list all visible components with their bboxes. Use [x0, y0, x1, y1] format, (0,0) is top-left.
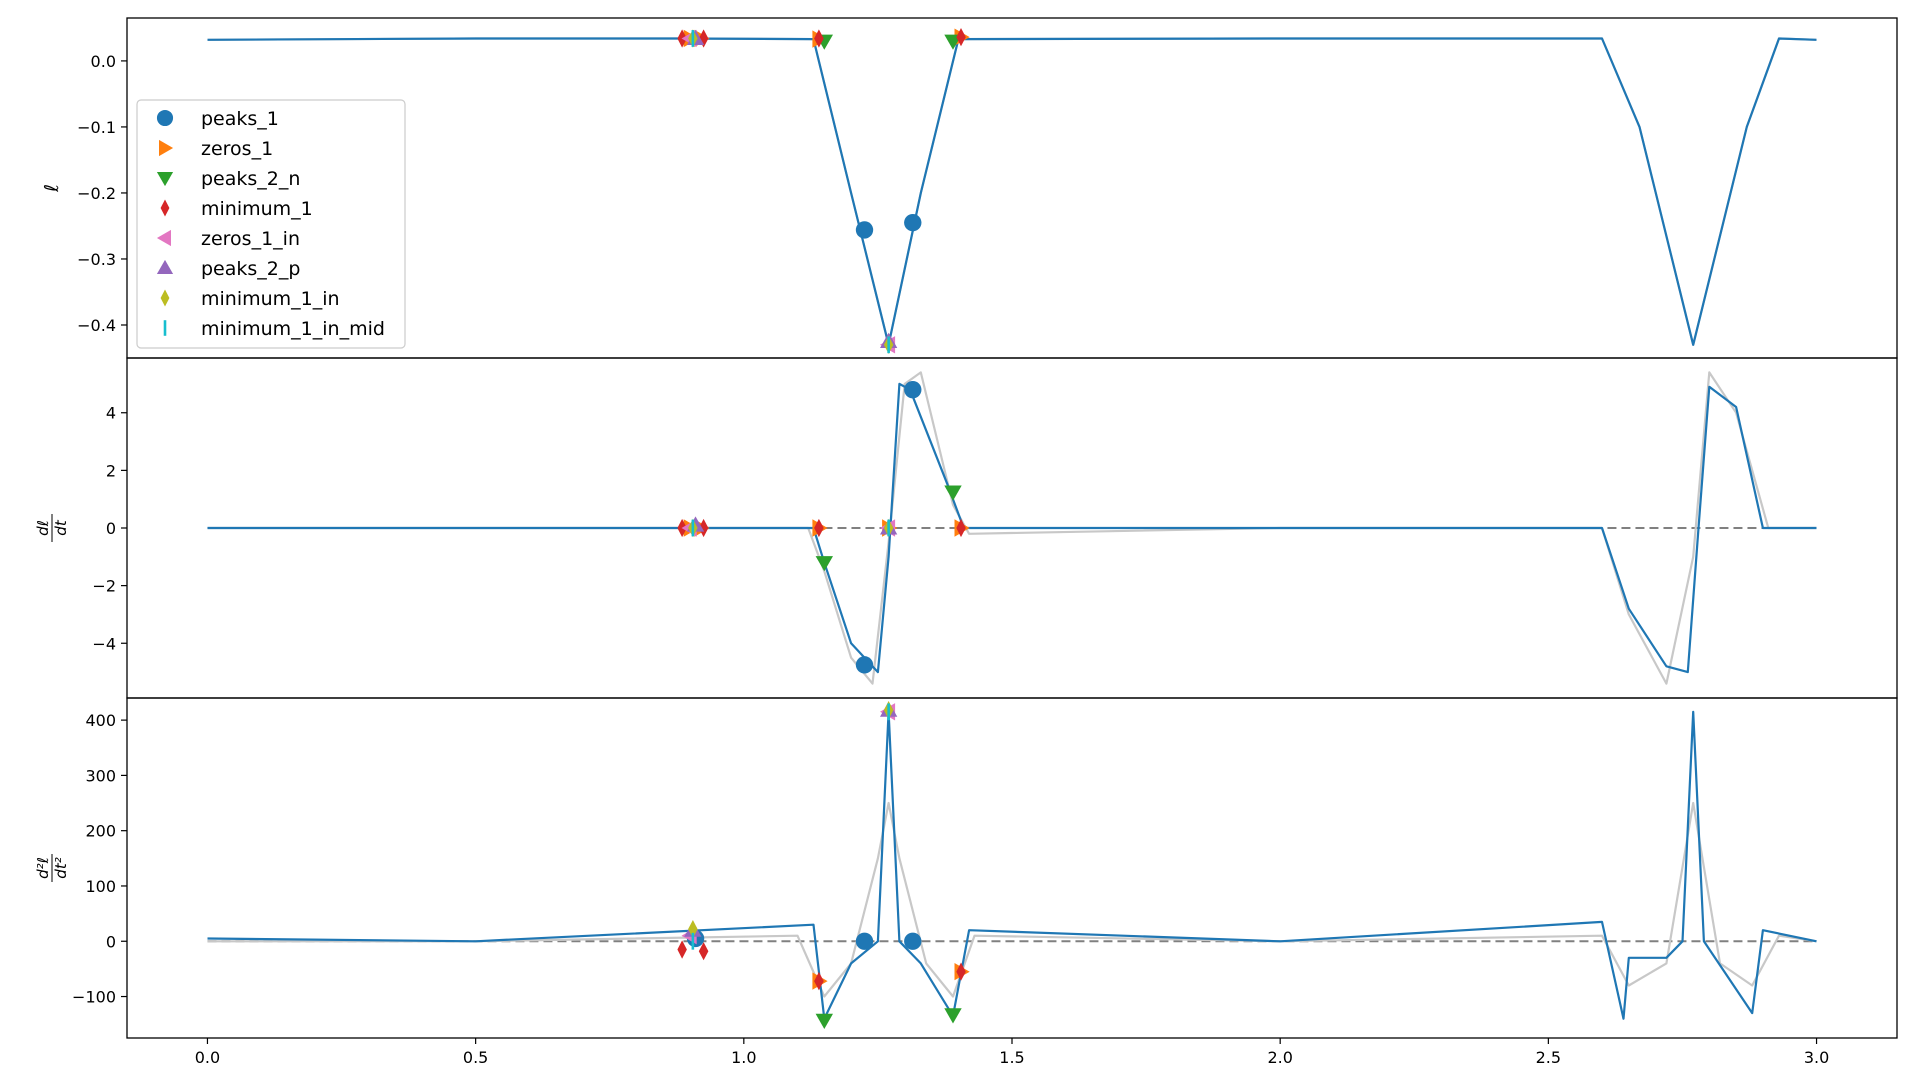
- legend-label-minimum_1: minimum_1: [201, 198, 313, 220]
- y-tick-label: 0.0: [91, 52, 116, 71]
- marker-peaks_1: [904, 932, 922, 950]
- series-line-main: [207, 382, 1817, 674]
- x-tick-label: 0.0: [195, 1048, 220, 1067]
- series-line-main: [207, 37, 1817, 346]
- panel-2: 4 2 0 −2 −4 dℓ dt: [34, 357, 1898, 699]
- y-label-denominator: dt²: [52, 857, 70, 878]
- figure: 0.0 −0.1 −0.2 −0.3 −0.4 ℓ peaks_1 zeros_1 peaks_…: [0, 0, 1920, 1080]
- y-tick-label: 0: [106, 932, 116, 951]
- chart-svg: 0.0−0.1−0.2−0.3−0.4ℓpeaks_1zeros_1peaks_…: [34, 17, 1898, 1067]
- marker-peaks_2_n: [815, 1013, 833, 1029]
- y-axis-label: dℓ dt: [34, 514, 70, 542]
- y-tick-label: 2: [106, 461, 116, 480]
- marker-peaks_2_n: [944, 1008, 962, 1024]
- y-axis-label: ℓ: [41, 184, 63, 193]
- panel-1: 0.0−0.1−0.2−0.3−0.4ℓpeaks_1zeros_1peaks_…: [41, 17, 1898, 359]
- legend-label-minimum_1_in_mid: minimum_1_in_mid: [201, 318, 385, 340]
- series-line-reference: [207, 37, 1817, 346]
- y-tick-label: 0: [106, 519, 116, 538]
- y-label-numerator: d²ℓ: [34, 857, 52, 879]
- y-axis-label: d²ℓ dt²: [34, 854, 70, 882]
- y-tick-label: 200: [85, 822, 116, 841]
- axes-frame: [126, 697, 1898, 1039]
- y-tick-label: −4: [92, 634, 116, 653]
- y-tick-label: −0.3: [77, 250, 116, 269]
- legend-label-zeros_1_in: zeros_1_in: [201, 228, 300, 250]
- y-label-denominator: dt: [52, 519, 70, 536]
- marker-peaks_1: [855, 221, 874, 239]
- marker-peaks_1: [904, 213, 922, 232]
- y-tick-label: −0.2: [77, 184, 116, 203]
- marker-minimum_1: [677, 940, 687, 959]
- legend: peaks_1 zeros_1 peaks_2_n minimum_1 zeros_1_…: [136, 99, 406, 349]
- legend-label-peaks_2_n: peaks_2_n: [201, 168, 300, 190]
- y-tick-label: −2: [92, 577, 116, 596]
- y-tick-label: −0.4: [77, 316, 116, 335]
- panel-3: 400 300 200 100 0 −100 d²ℓ dt²: [34, 697, 1898, 1039]
- series-line-reference: [207, 801, 1817, 998]
- marker-peaks_2_n: [815, 556, 833, 572]
- x-tick-label: 2.5: [1536, 1048, 1561, 1067]
- x-tick-label: 1.0: [731, 1048, 756, 1067]
- legend-label-minimum_1_in: minimum_1_in: [201, 288, 340, 310]
- marker-peaks_2_n: [944, 485, 962, 501]
- y-tick-label: −100: [72, 988, 116, 1007]
- y-label-numerator: dℓ: [34, 520, 52, 536]
- legend-label-peaks_1: peaks_1: [201, 108, 279, 130]
- x-tick-label: 3.0: [1804, 1048, 1829, 1067]
- legend-marker-peaks_1: [156, 109, 174, 127]
- y-tick-label: 300: [85, 766, 116, 785]
- x-tick-label: 2.0: [1267, 1048, 1292, 1067]
- legend-label-peaks_2_p: peaks_2_p: [201, 258, 300, 280]
- marker-peaks_1: [855, 656, 874, 674]
- x-tick-label: 0.5: [463, 1048, 488, 1067]
- marker-peaks_1: [855, 932, 874, 950]
- legend-label-zeros_1: zeros_1: [201, 138, 273, 160]
- y-tick-label: 4: [106, 404, 116, 423]
- y-tick-label: 100: [85, 877, 116, 896]
- x-tick-label: 1.5: [999, 1048, 1024, 1067]
- y-tick-label: 400: [85, 711, 116, 730]
- series-line-main: [207, 710, 1817, 1020]
- y-tick-label: −0.1: [77, 118, 116, 137]
- marker-peaks_1: [904, 381, 922, 399]
